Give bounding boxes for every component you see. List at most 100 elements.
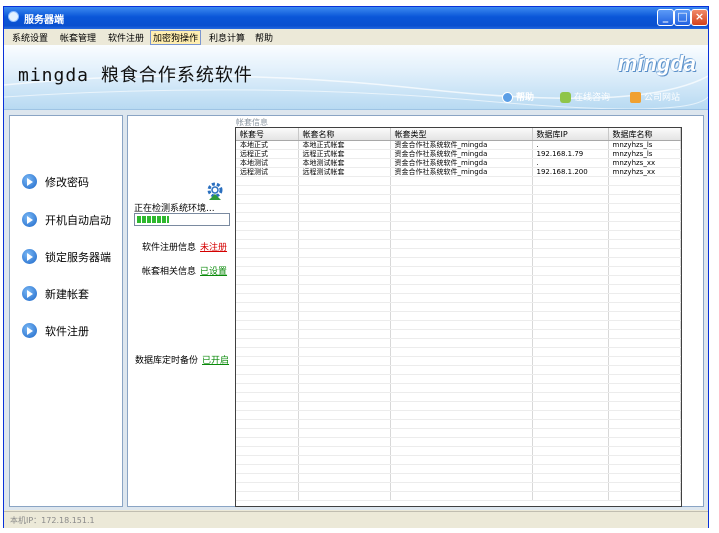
table-cell xyxy=(608,437,681,447)
menu-system-settings[interactable]: 系统设置 xyxy=(12,31,48,44)
table-cell xyxy=(532,383,609,393)
backup-status-link[interactable]: 已开启 xyxy=(202,356,229,366)
table-cell xyxy=(390,266,533,276)
column-header[interactable]: 帐套号 xyxy=(236,128,299,141)
table-cell xyxy=(236,257,299,267)
table-cell xyxy=(608,455,681,465)
table-cell xyxy=(298,212,391,222)
empty-row xyxy=(236,194,681,204)
table-cell xyxy=(236,212,299,222)
table-cell xyxy=(608,329,681,339)
table-cell xyxy=(298,284,391,294)
header-banner: mingda 粮食合作系统软件 mingda 帮助 在线咨询 公司网站 xyxy=(4,45,708,110)
minimize-button[interactable]: _ xyxy=(657,9,674,26)
maximize-button[interactable]: □ xyxy=(674,9,691,26)
menu-interest-calculation[interactable]: 利息计算 xyxy=(209,31,245,44)
table-cell xyxy=(608,293,681,303)
table-cell: 本地正式 xyxy=(236,140,299,150)
table-cell: 远程测试 xyxy=(236,167,299,177)
table-row[interactable]: 本地测试 本地测试帐套 资金合作社系统软件_mingda. mnzyhzs_xx xyxy=(236,158,681,168)
table-cell xyxy=(390,257,533,267)
table-cell xyxy=(298,185,391,195)
table-cell xyxy=(236,347,299,357)
table-cell xyxy=(236,482,299,492)
table-cell xyxy=(608,266,681,276)
title-bar[interactable]: 服务器端 _ □ × xyxy=(4,7,708,29)
arrow-right-icon xyxy=(22,212,37,227)
menu-bar: 系统设置 帐套管理 软件注册 加密狗操作 利息计算 帮助 xyxy=(4,29,708,45)
table-cell xyxy=(236,311,299,321)
table-cell xyxy=(390,383,533,393)
column-header[interactable]: 帐套名称 xyxy=(298,128,391,141)
local-ip-label: 本机IP：172.18.151.1 xyxy=(10,516,95,525)
table-cell xyxy=(608,392,681,402)
menu-software-registration[interactable]: 软件注册 xyxy=(108,31,144,44)
table-cell xyxy=(236,275,299,285)
table-cell xyxy=(608,482,681,492)
table-cell xyxy=(236,437,299,447)
help-link[interactable]: 帮助 xyxy=(502,90,534,103)
table-cell xyxy=(298,338,391,348)
table-cell xyxy=(608,338,681,348)
sidebar-item-label: 修改密码 xyxy=(45,176,89,189)
table-row[interactable]: 远程测试 远程测试帐套 资金合作社系统软件_mingda 192.168.1.200 m… xyxy=(236,167,681,177)
table-cell xyxy=(532,221,609,231)
table-header-row: 帐套号 帐套名称 帐套类型 数据库IP 数据库名称 xyxy=(236,128,681,141)
table-cell xyxy=(298,356,391,366)
table-cell xyxy=(390,401,533,411)
table-cell xyxy=(532,302,609,312)
column-header[interactable]: 数据库IP xyxy=(532,128,609,141)
table-cell xyxy=(236,338,299,348)
table-cell xyxy=(236,491,299,501)
table-cell xyxy=(390,419,533,429)
table-cell xyxy=(236,392,299,402)
table-cell xyxy=(608,347,681,357)
sidebar-item-label: 软件注册 xyxy=(45,325,89,338)
column-header[interactable]: 帐套类型 xyxy=(390,128,533,141)
table-cell xyxy=(390,320,533,330)
table-cell xyxy=(390,275,533,285)
table-cell xyxy=(298,347,391,357)
empty-row xyxy=(236,482,681,492)
close-button[interactable]: × xyxy=(691,9,708,26)
table-cell xyxy=(390,284,533,294)
empty-row xyxy=(236,419,681,429)
table-cell xyxy=(298,266,391,276)
table-cell: mnzyhzs_ls xyxy=(608,140,681,150)
table-cell xyxy=(608,302,681,312)
table-cell xyxy=(608,203,681,213)
table-cell xyxy=(390,248,533,258)
menu-help[interactable]: 帮助 xyxy=(255,31,273,44)
table-cell xyxy=(390,311,533,321)
table-cell xyxy=(298,464,391,474)
table-cell xyxy=(236,194,299,204)
table-cell xyxy=(390,437,533,447)
table-row[interactable]: 远程正式 远程正式帐套 资金合作社系统软件_mingda 192.168.1.79 mn… xyxy=(236,149,681,159)
table-cell xyxy=(608,176,681,186)
table-cell xyxy=(298,446,391,456)
company-website-link[interactable]: 公司网站 xyxy=(630,90,680,103)
table-cell xyxy=(390,392,533,402)
table-cell xyxy=(298,392,391,402)
table-cell xyxy=(298,383,391,393)
main-window: 服务器端 _ □ × 系统设置 帐套管理 软件注册 加密狗操作 利息计算 帮助 … xyxy=(3,6,709,528)
menu-dongle-operations[interactable]: 加密狗操作 xyxy=(150,30,202,45)
column-header[interactable]: 数据库名称 xyxy=(608,128,681,141)
environment-check-progress xyxy=(134,213,230,226)
online-consult-link[interactable]: 在线咨询 xyxy=(560,90,610,103)
accounts-table[interactable]: 帐套号 帐套名称 帐套类型 数据库IP 数据库名称 本地正式 本地正式帐套 资金合作… xyxy=(235,127,682,507)
table-cell xyxy=(236,464,299,474)
registration-status-link[interactable]: 未注册 xyxy=(200,243,227,253)
table-cell xyxy=(236,419,299,429)
menu-account-management[interactable]: 帐套管理 xyxy=(60,31,96,44)
table-cell xyxy=(608,383,681,393)
table-row[interactable]: 本地正式 本地正式帐套 资金合作社系统软件_mingda. mnzyhzs_ls xyxy=(236,140,681,150)
empty-row xyxy=(236,248,681,258)
table-cell xyxy=(532,491,609,501)
table-cell: 资金合作社系统软件_mingda xyxy=(390,140,533,150)
table-cell xyxy=(532,338,609,348)
table-cell xyxy=(236,239,299,249)
empty-row xyxy=(236,284,681,294)
table-cell xyxy=(298,455,391,465)
account-status-link[interactable]: 已设置 xyxy=(200,267,227,277)
